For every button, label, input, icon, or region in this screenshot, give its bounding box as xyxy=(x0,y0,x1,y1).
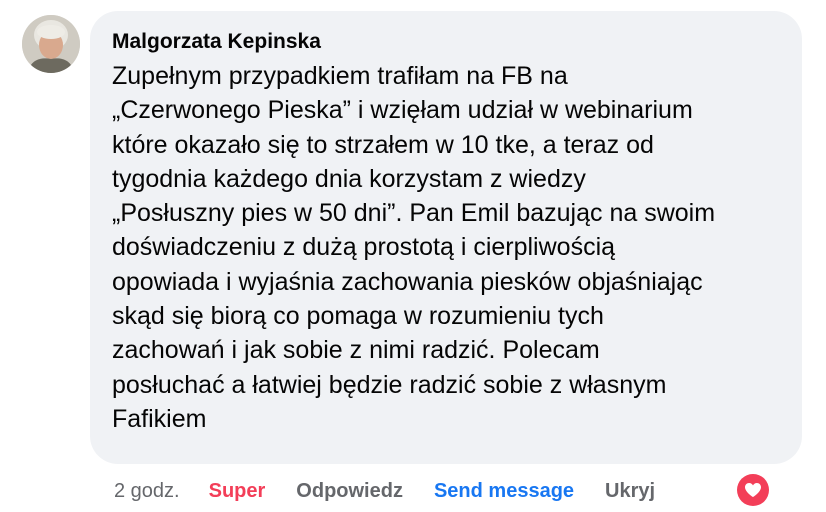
comment-actions: 2 godz. Super Odpowiedz Send message Ukr… xyxy=(114,476,655,506)
comment-text-line: które okazało się to strzałem w 10 tke, … xyxy=(112,130,654,159)
comment-bubble: Malgorzata Kepinska Zupełnym przypadkiem… xyxy=(90,11,802,464)
reaction-button[interactable]: Super xyxy=(209,480,266,503)
comment-text-line: opowiada i wyjaśnia zachowania piesków o… xyxy=(112,267,703,296)
avatar[interactable] xyxy=(22,15,80,73)
comment-text-line: Zupełnym przypadkiem trafiłam na FB na xyxy=(112,62,568,90)
heart-icon xyxy=(737,474,769,506)
comment-text-line: doświadczeniu z dużą prostotą i cierpliw… xyxy=(112,233,616,262)
hide-button[interactable]: Ukryj xyxy=(605,480,655,503)
comment-text-line: Fafikiem xyxy=(112,404,207,433)
reply-button[interactable]: Odpowiedz xyxy=(296,480,403,503)
comment-timestamp[interactable]: 2 godz. xyxy=(114,480,180,503)
comment-text: Zupełnym przypadkiem trafiłam na FB na „… xyxy=(112,59,784,436)
avatar-photo xyxy=(22,15,80,73)
send-message-button[interactable]: Send message xyxy=(434,480,574,503)
comment-text-line: „Posłuszny pies w 50 dni”. Pan Emil bazu… xyxy=(112,199,716,228)
comment-text-line: „Czerwonego Pieska” i wzięłam udział w w… xyxy=(112,96,693,125)
comment: Malgorzata Kepinska Zupełnym przypadkiem… xyxy=(0,0,826,512)
comment-author[interactable]: Malgorzata Kepinska xyxy=(112,29,782,55)
comment-text-line: tygodnia każdego dnia korzystam z wiedzy xyxy=(112,164,586,193)
reaction-badge[interactable] xyxy=(735,472,771,508)
comment-text-line: zachowań i jak sobie z nimi radzić. Pole… xyxy=(112,336,600,365)
comment-text-line: skąd się biorą co pomaga w rozumieniu ty… xyxy=(112,302,604,331)
comment-text-line: posłuchać a łatwiej będzie radzić sobie … xyxy=(112,370,667,399)
